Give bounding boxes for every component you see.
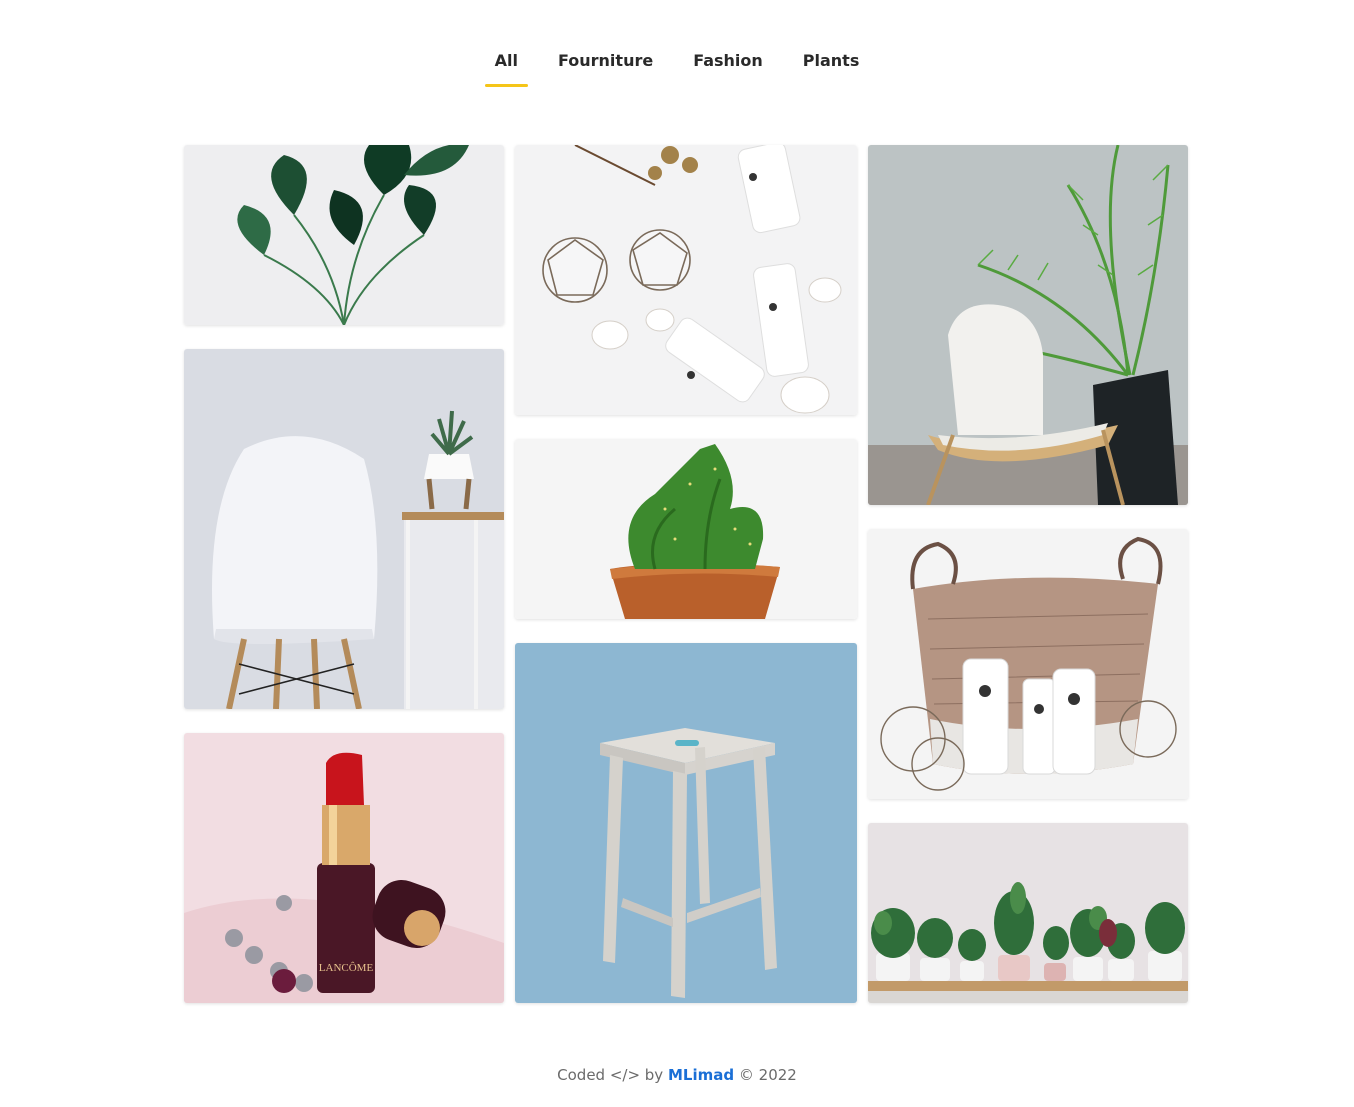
svg-text:LANCÔME: LANCÔME [319,962,374,974]
gallery-item-chair-palm[interactable] [868,145,1188,505]
plant-leaves-image [184,145,504,325]
tab-fourniture[interactable]: Fourniture [548,48,663,84]
gallery-item-cactus[interactable] [515,439,857,619]
basket-bottles-image [868,529,1188,799]
gallery-item-plant-leaves[interactable] [184,145,504,325]
gallery-item-white-chair-table[interactable] [184,349,504,709]
gallery-item-wooden-stool[interactable] [515,643,857,1003]
tab-plants[interactable]: Plants [793,48,870,84]
page-footer: Coded </> by MLimad © 2022 [0,1066,1354,1084]
author-link[interactable]: MLimad [668,1066,734,1084]
chair-palm-image [868,145,1188,505]
filter-tabs: All Fourniture Fashion Plants [0,48,1354,88]
white-chair-table-image [184,349,504,709]
footer-prefix: Coded </> by [557,1066,664,1084]
gallery-item-basket-bottles[interactable] [868,529,1188,799]
cactus-image [515,439,857,619]
lipstick-image: LANCÔME [184,733,504,1003]
plants-shelf-image [868,823,1188,1003]
gallery-item-plants-shelf[interactable] [868,823,1188,1003]
wooden-stool-image [515,643,857,1003]
tab-all[interactable]: All [484,48,529,87]
footer-copyright: © 2022 [738,1066,797,1084]
gallery-item-lipstick[interactable]: LANCÔME [184,733,504,1003]
tab-fashion[interactable]: Fashion [683,48,773,84]
onne-bottles-shells-image [515,145,857,415]
gallery-item-onne-bottles-shells[interactable] [515,145,857,415]
